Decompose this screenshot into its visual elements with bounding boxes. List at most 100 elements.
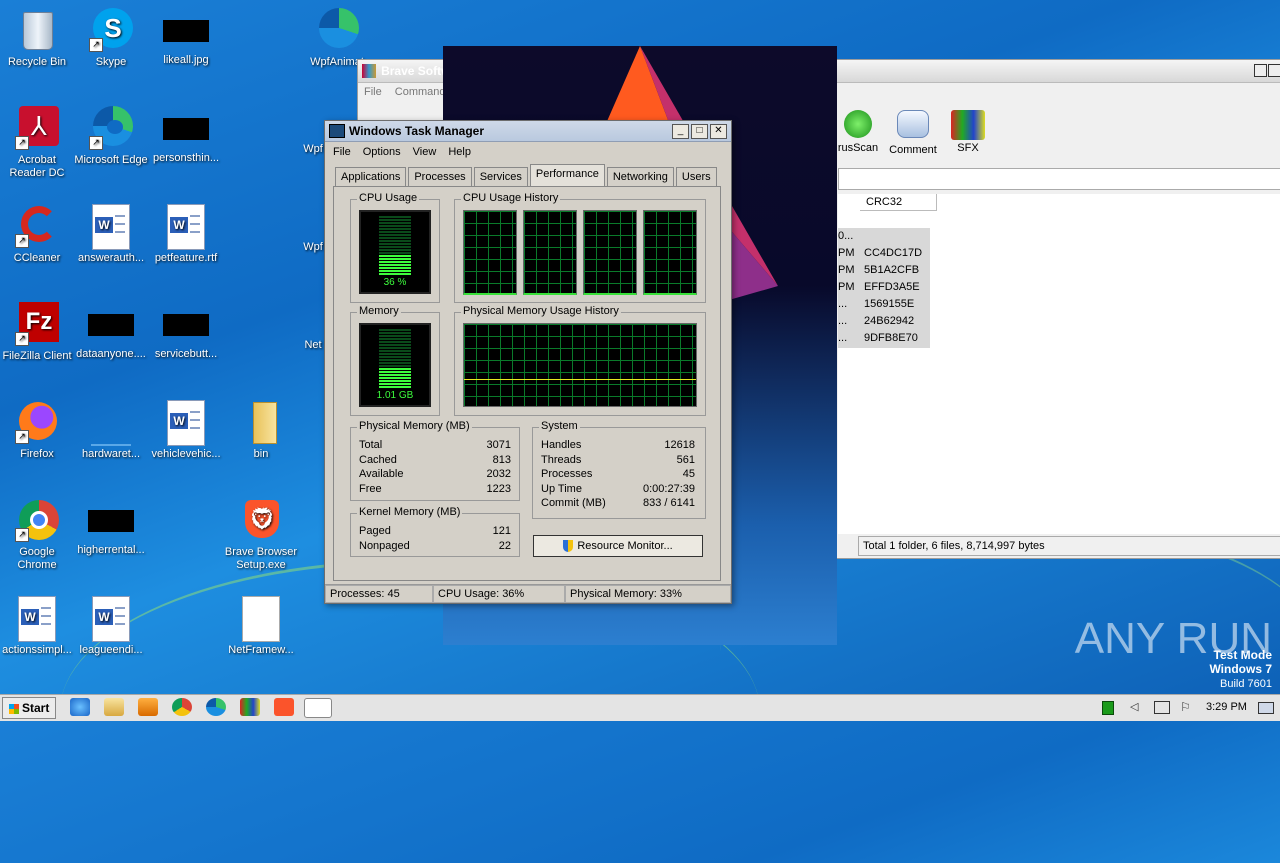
stat-value: 2032 <box>486 468 511 480</box>
test-mode-label: Test Mode <box>1213 648 1272 662</box>
task-manager-titlebar[interactable]: Windows Task Manager _ □ ✕ <box>325 121 731 142</box>
ie-icon[interactable] <box>70 698 90 716</box>
desktop-icon-edge[interactable]: ↗ Microsoft Edge <box>74 106 148 167</box>
desktop-icon-personsthin[interactable]: personsthin... <box>149 114 223 165</box>
meter-segment <box>379 350 411 352</box>
desktop-icon-petfeature[interactable]: W petfeature.rtf <box>149 204 223 265</box>
toolbar-sfx[interactable]: SFX <box>938 110 998 154</box>
file-list[interactable]: CRC32 0... PM CC4DC17D PM 5B1A2CFB PM EFFD3A5E… <box>838 194 1280 534</box>
file-row[interactable]: PM EFFD3A5E <box>838 279 930 296</box>
menu-file[interactable]: File <box>333 146 351 158</box>
media-player-icon[interactable] <box>138 698 158 716</box>
task-manager-window[interactable]: Windows Task Manager _ □ ✕ File Options … <box>324 120 732 604</box>
edge-icon[interactable] <box>206 698 226 716</box>
stat-label: Total <box>359 439 383 451</box>
desktop-icon-filezilla[interactable]: Fz ↗ FileZilla Client <box>0 302 74 363</box>
close-button[interactable] <box>1268 64 1280 77</box>
desktop-icon-firefox[interactable]: ↗ Firefox <box>0 400 74 461</box>
task-manager-taskbar-icon[interactable] <box>304 698 332 718</box>
menu-help[interactable]: Help <box>448 146 471 158</box>
desktop-icon-netframew[interactable]: NetFramew... <box>224 596 298 657</box>
group-label: CPU Usage History <box>461 192 561 204</box>
toolbar-virusscan[interactable]: rusScan <box>828 110 888 154</box>
stat-label: Paged <box>359 525 391 537</box>
file-row[interactable]: 0... <box>838 228 930 245</box>
file-row-time: 0... <box>838 230 854 242</box>
meter-segment <box>379 365 411 367</box>
group-label: Memory <box>357 305 401 317</box>
word-doc-icon: W <box>89 596 133 642</box>
desktop-icon-servicebutt[interactable]: servicebutt... <box>149 302 223 361</box>
desktop-icon-leagueendi[interactable]: W leagueendi... <box>74 596 148 657</box>
desktop-icon-acrobat[interactable]: ⅄ ↗ Acrobat Reader DC <box>0 106 74 180</box>
start-button[interactable]: Start <box>2 697 56 719</box>
tray-volume-icon[interactable]: ◁ <box>1130 701 1142 713</box>
brave-icon[interactable] <box>274 698 294 716</box>
desktop-icon-ccleaner[interactable]: ↗ CCleaner <box>0 204 74 265</box>
meter-segment <box>379 261 411 263</box>
winrar-icon[interactable] <box>240 698 260 716</box>
taskbar: Start ◁ ⚐ 3:29 PM <box>0 694 1280 721</box>
menu-file[interactable]: File <box>364 86 382 98</box>
hidden-thumbnail-icon <box>88 510 134 532</box>
address-bar[interactable] <box>838 168 1280 190</box>
file-row[interactable]: PM 5B1A2CFB <box>838 262 930 279</box>
desktop-icon-skype[interactable]: S ↗ Skype <box>74 8 148 69</box>
file-row[interactable]: PM CC4DC17D <box>838 245 930 262</box>
show-desktop-icon[interactable] <box>1258 702 1274 714</box>
recycle-bin-icon <box>15 8 59 52</box>
edge-icon: ↗ <box>89 106 133 150</box>
desktop-icon-bin-folder[interactable]: bin <box>224 400 298 461</box>
hidden-thumbnail-icon <box>163 314 209 336</box>
stat-row: Total 3071 <box>359 438 511 453</box>
stat-row: Threads 561 <box>541 453 695 468</box>
toolbar-comment[interactable]: Comment <box>883 110 943 156</box>
word-doc-icon: W <box>164 204 208 250</box>
desktop-icon-label: Firefox <box>20 448 54 460</box>
desktop-icon-higherrental[interactable]: higherrental... <box>74 498 148 557</box>
desktop-icon-brave-setup[interactable]: 🦁︎ Brave Browser Setup.exe <box>224 498 298 572</box>
maximize-button[interactable]: □ <box>691 123 708 139</box>
shield-icon <box>563 540 574 553</box>
tray-network-icon[interactable] <box>1102 701 1114 715</box>
physical-memory-stats: Physical Memory (MB) Total 3071 Cached 813… <box>350 420 520 501</box>
cpu-history-graph-core-4 <box>643 210 697 295</box>
close-button[interactable]: ✕ <box>710 123 727 139</box>
desktop-icon-vehiclevehic[interactable]: W vehiclevehic... <box>149 400 223 461</box>
menu-options[interactable]: Options <box>363 146 401 158</box>
firefox-icon: ↗ <box>15 400 59 444</box>
clock[interactable]: 3:29 PM <box>1206 701 1247 713</box>
file-row[interactable]: ... 9DFB8E70 <box>838 330 930 347</box>
cpu-history-graph-core-1 <box>463 210 517 295</box>
desktop-icon-answerauth[interactable]: W answerauth... <box>74 204 148 265</box>
file-row-time: PM <box>838 281 855 293</box>
tray-flag-icon[interactable]: ⚐ <box>1180 700 1191 714</box>
file-row[interactable]: ... 24B62942 <box>838 313 930 330</box>
resource-monitor-button[interactable]: Resource Monitor... <box>533 535 703 557</box>
stat-row: Nonpaged 22 <box>359 539 511 554</box>
desktop-icon-likeall[interactable]: likeall.jpg <box>149 16 223 67</box>
desktop-icon-dataanyone[interactable]: dataanyone.... <box>74 302 148 361</box>
desktop-icon-label: Acrobat Reader DC <box>9 154 65 179</box>
chrome-icon[interactable] <box>172 698 192 716</box>
memory-meter: 1.01 GB <box>359 323 431 407</box>
virusscan-icon <box>844 110 872 138</box>
cpu-history-graph-core-2 <box>523 210 577 295</box>
column-header-crc32[interactable]: CRC32 <box>860 194 937 211</box>
tray-display-icon[interactable] <box>1154 701 1170 714</box>
meter-segment <box>379 222 411 224</box>
desktop-icon-recycle-bin[interactable]: Recycle Bin <box>0 8 74 69</box>
minimize-button[interactable] <box>1254 64 1267 77</box>
meter-segment <box>379 359 411 361</box>
minimize-button[interactable]: _ <box>672 123 689 139</box>
desktop-icon-chrome[interactable]: ↗ Google Chrome <box>0 498 74 572</box>
desktop-icon-hardwaret[interactable]: hardwaret... <box>74 400 148 461</box>
stat-value: 0:00:27:39 <box>643 482 695 495</box>
explorer-folder-icon[interactable] <box>104 698 124 716</box>
tab-performance[interactable]: Performance <box>529 164 605 186</box>
menu-view[interactable]: View <box>413 146 437 158</box>
desktop-icon-actionssimpl[interactable]: W actionssimpl... <box>0 596 74 657</box>
task-manager-app-icon <box>329 124 345 138</box>
window-title: Brave Softw <box>381 64 451 78</box>
file-row[interactable]: ... 1569155E <box>838 296 930 313</box>
